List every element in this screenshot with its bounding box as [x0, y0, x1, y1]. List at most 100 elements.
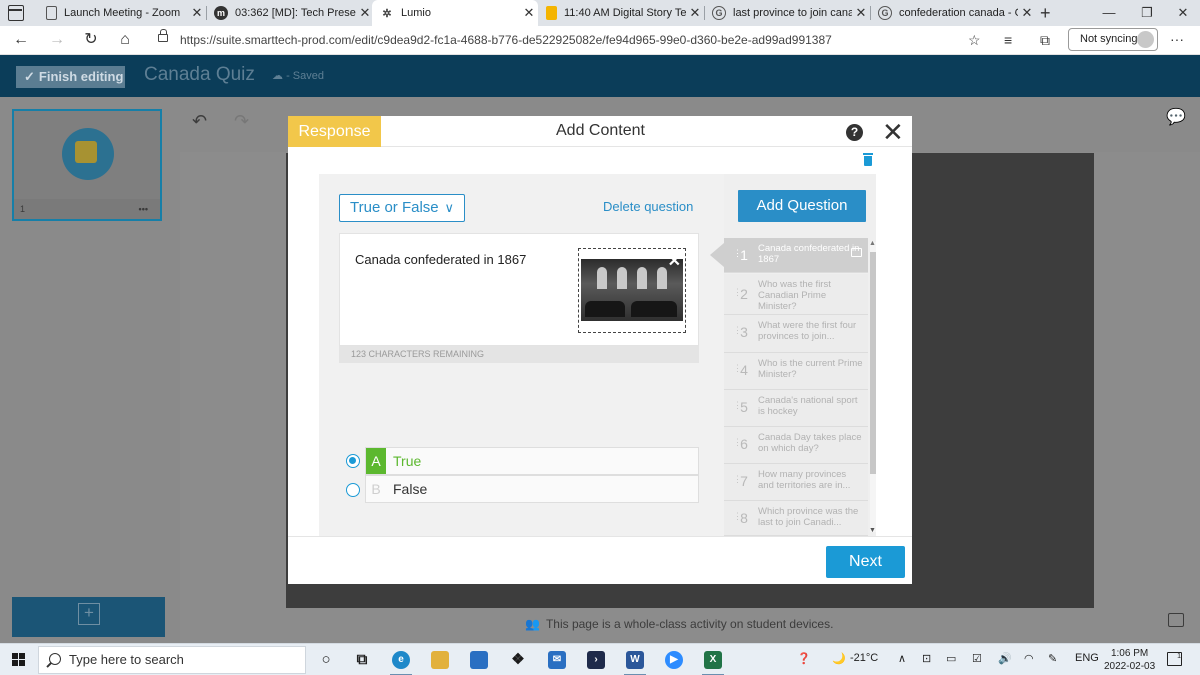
taskbar-search-input[interactable]: Type here to search	[38, 646, 306, 674]
system-clock[interactable]: 1:06 PM 2022-02-03	[1104, 647, 1155, 673]
word-icon[interactable]: W	[624, 651, 646, 675]
trash-icon[interactable]	[863, 153, 873, 166]
notification-center-icon[interactable]: 1	[1167, 652, 1182, 666]
url-field[interactable]: https://suite.smarttech-prod.com/edit/c9…	[180, 33, 832, 47]
voice-chat-icon[interactable]: 💬	[1166, 107, 1186, 127]
window-menu-icon[interactable]	[8, 5, 24, 21]
undo-icon[interactable]: ↶	[192, 111, 207, 132]
next-button[interactable]: Next	[826, 546, 905, 578]
task-view-icon[interactable]: ⧉	[353, 651, 371, 669]
close-tab-icon[interactable]: ✕	[520, 5, 538, 21]
avatar	[1137, 31, 1154, 48]
collections-icon[interactable]: ⧉	[1040, 32, 1050, 49]
show-hidden-icons[interactable]: ∧	[898, 652, 906, 665]
tab-tech-presentation[interactable]: m 03:362 [MD]: Tech Presentat ✕	[206, 0, 374, 26]
edge-browser-icon[interactable]: e	[390, 651, 412, 675]
home-icon[interactable]: ⌂	[114, 30, 136, 50]
answer-option-b[interactable]: B False	[365, 475, 699, 503]
browser-menu-icon[interactable]: ···	[1170, 31, 1184, 47]
dialog-title: Add Content	[556, 122, 645, 139]
refresh-icon[interactable]: ↻	[80, 30, 102, 50]
zoom-icon[interactable]: ▶	[665, 651, 683, 669]
pen-icon[interactable]: ✎	[1048, 652, 1057, 665]
windows-start-icon[interactable]	[12, 653, 26, 667]
feedback-icon[interactable]	[1168, 613, 1184, 627]
security-icon[interactable]: ☑	[972, 652, 982, 665]
question-item-6[interactable]: ⋮ 6 Canada Day takes place on which day?	[724, 427, 868, 464]
correct-answer-radio-b[interactable]	[346, 483, 360, 497]
question-item-7[interactable]: ⋮ 7 How many provinces and territories a…	[724, 464, 868, 501]
close-tab-icon[interactable]: ✕	[188, 5, 206, 21]
cloud-sync-icon: ☁	[272, 70, 283, 82]
quiz-activity-icon	[62, 128, 114, 180]
tab-lumio[interactable]: ✲ Lumio ✕	[372, 0, 538, 26]
lock-icon[interactable]	[158, 29, 168, 42]
close-tab-icon[interactable]: ✕	[1018, 5, 1036, 21]
delete-question-link[interactable]: Delete question	[603, 199, 693, 214]
app-header: ✓ Finish editing Canada Quiz ☁ - Saved	[0, 55, 1200, 97]
page-more-button[interactable]: •••	[139, 199, 148, 219]
tab-digital-story[interactable]: 11:40 AM Digital Story Tellin ✕	[538, 0, 705, 26]
favorites-list-icon[interactable]: ≡	[1004, 32, 1012, 48]
language-indicator[interactable]: ENG	[1075, 652, 1099, 664]
question-item-1[interactable]: ⋮ 1 Canada confederated in 1867	[710, 238, 868, 273]
question-item-2[interactable]: ⋮ 2 Who was the first Canadian Prime Min…	[724, 274, 868, 315]
page-thumbnail[interactable]: 1 •••	[12, 109, 162, 221]
scrollbar-thumb[interactable]	[870, 252, 876, 474]
question-type-dropdown[interactable]: True or False ∨	[339, 194, 465, 222]
volume-icon[interactable]: 🔊	[998, 652, 1012, 665]
tab-launch-meeting[interactable]: Launch Meeting - Zoom ✕	[38, 0, 207, 26]
remove-image-icon[interactable]: ✕	[668, 251, 681, 271]
temperature[interactable]: -21°C	[850, 652, 878, 664]
help-icon[interactable]: ?	[846, 124, 863, 141]
scroll-down-icon[interactable]: ▼	[869, 527, 876, 534]
response-tab[interactable]: Response	[288, 116, 381, 147]
favorite-star-icon[interactable]: ☆	[968, 32, 981, 49]
question-text-box[interactable]: Canada confederated in 1867 ✕	[339, 233, 699, 346]
excel-icon[interactable]: X	[702, 651, 724, 675]
question-text[interactable]: Canada confederated in 1867	[355, 252, 526, 267]
quiz-title[interactable]: Canada Quiz	[144, 64, 255, 86]
help-tray-icon[interactable]: ❓	[797, 652, 811, 665]
scroll-up-icon[interactable]: ▲	[869, 240, 876, 247]
activity-footnote: 👥 This page is a whole-class activity on …	[525, 617, 834, 631]
close-tab-icon[interactable]: ✕	[686, 5, 704, 21]
weather-icon[interactable]: 🌙	[832, 652, 846, 665]
wifi-icon[interactable]: ◠	[1024, 652, 1034, 665]
cortana-icon[interactable]: ○	[317, 651, 335, 669]
question-item-3[interactable]: ⋮ 3 What were the first four provinces t…	[724, 315, 868, 353]
answer-text[interactable]: True	[393, 448, 421, 474]
store-icon[interactable]	[470, 651, 488, 669]
close-window-button[interactable]: ✕	[1160, 0, 1200, 26]
answer-option-a[interactable]: A True	[365, 447, 699, 475]
question-item-5[interactable]: ⋮ 5 Canada's national sport is hockey	[724, 390, 868, 427]
forward-arrow-icon[interactable]: →	[46, 30, 68, 50]
close-tab-icon[interactable]: ✕	[852, 5, 870, 21]
redo-icon[interactable]: ↷	[234, 111, 249, 132]
answer-letter: B	[371, 481, 381, 497]
device-icon[interactable]: ⊡	[922, 652, 931, 665]
file-explorer-icon[interactable]	[431, 651, 449, 669]
question-image[interactable]: ✕	[578, 248, 686, 333]
dropbox-icon[interactable]: ❖	[509, 651, 527, 669]
new-tab-button[interactable]: +	[1040, 3, 1051, 24]
profile-sync-button[interactable]: Not syncing	[1068, 28, 1158, 51]
tab-last-province[interactable]: G last province to join canada ✕	[704, 0, 871, 26]
add-question-button[interactable]: Add Question	[738, 190, 866, 222]
question-item-4[interactable]: ⋮ 4 Who is the current Prime Minister?	[724, 353, 868, 390]
question-item-8[interactable]: ⋮ 8 Which province was the last to join …	[724, 501, 868, 536]
powershell-icon[interactable]: ›	[587, 651, 605, 669]
answer-text[interactable]: False	[393, 476, 427, 502]
question-list-scrollbar[interactable]: ▲ ▼	[869, 240, 876, 534]
tab-confederation[interactable]: G confederation canada - Goo ✕	[870, 0, 1036, 26]
back-arrow-icon[interactable]: ←	[10, 30, 32, 50]
correct-answer-radio-a[interactable]	[346, 454, 360, 468]
add-page-button[interactable]	[12, 597, 165, 637]
battery-icon[interactable]: ▭	[946, 652, 956, 665]
people-icon: 👥	[525, 617, 540, 631]
mail-icon[interactable]: ✉	[548, 651, 566, 669]
finish-editing-button[interactable]: ✓ Finish editing	[16, 66, 125, 88]
page-number: 1	[20, 204, 26, 214]
slides-icon	[546, 6, 557, 20]
close-icon[interactable]: ✕	[882, 117, 904, 148]
